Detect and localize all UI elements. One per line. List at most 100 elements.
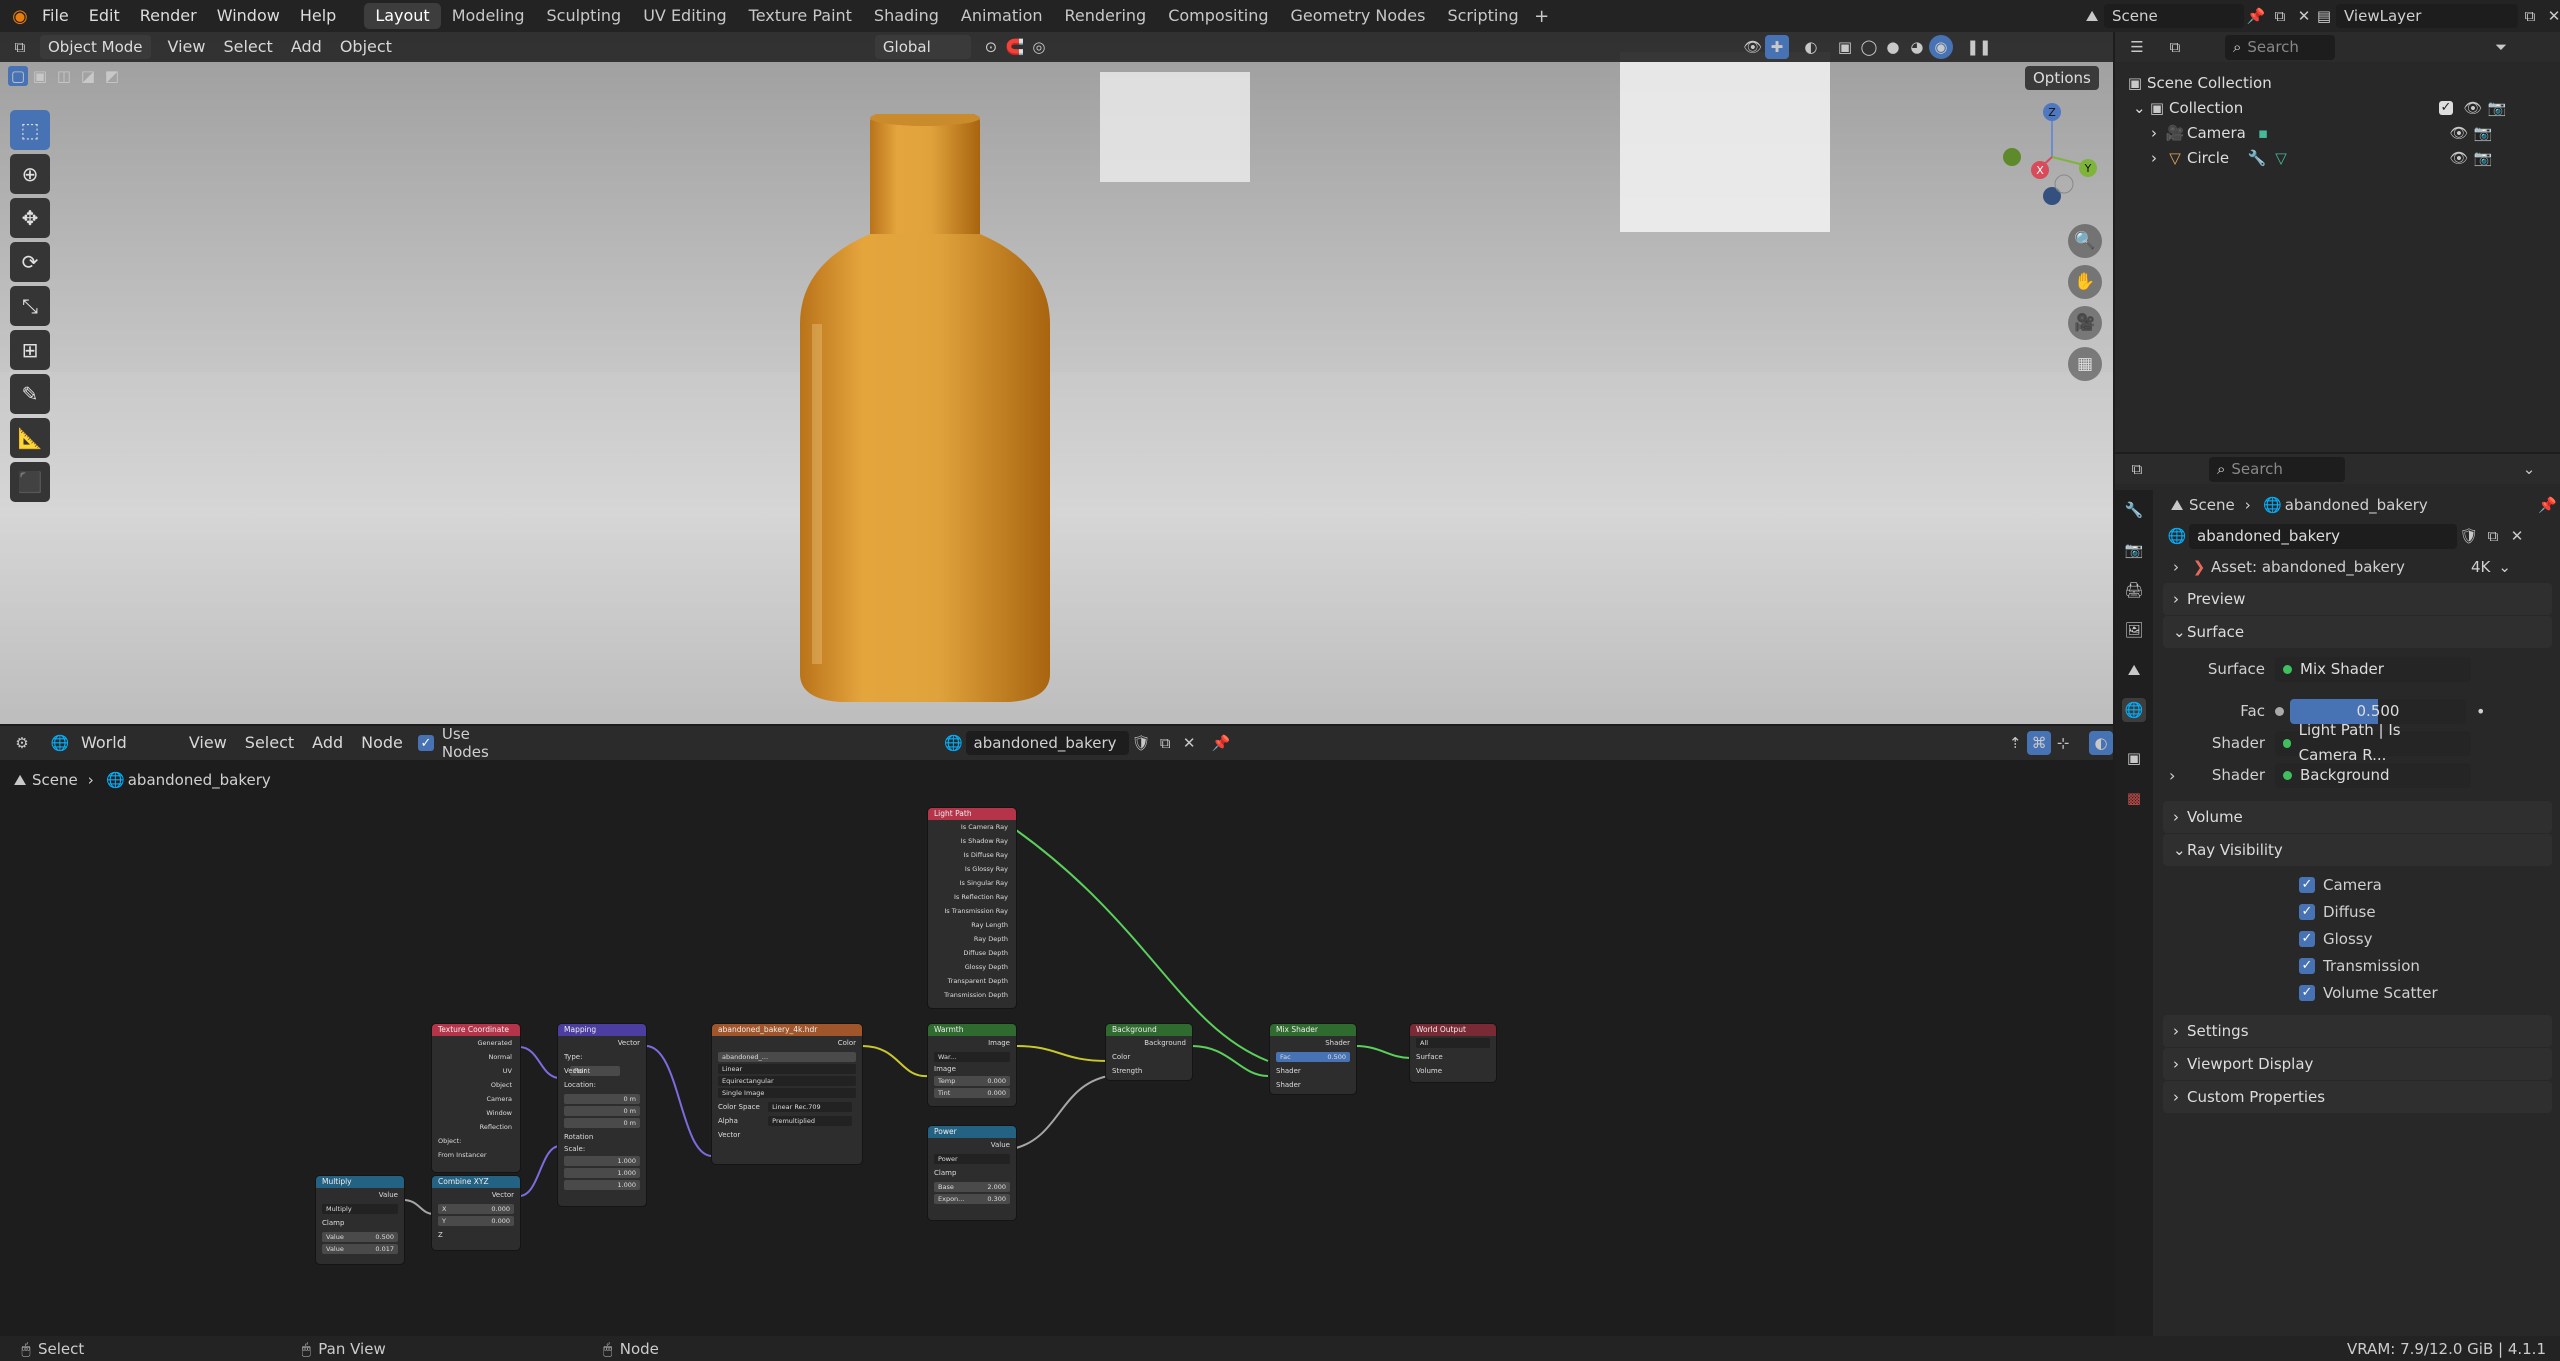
render-camera-icon[interactable]: 📷 <box>2471 146 2495 170</box>
outliner-editor-icon[interactable]: ☰ <box>2125 35 2149 59</box>
mapping-scale-z[interactable]: 1.000 <box>564 1180 640 1190</box>
properties-editor-icon[interactable]: ⧉ <box>2125 457 2149 481</box>
power-base-field[interactable]: Base 2.000 <box>934 1182 1010 1192</box>
surface-shader-field[interactable]: Mix Shader <box>2275 656 2471 682</box>
node-multiply-math[interactable]: Multiply Value Multiply Clamp Value 0.500… <box>316 1176 404 1264</box>
plus-icon[interactable]: + <box>1530 4 1554 28</box>
render-camera-icon[interactable]: 📷 <box>2471 121 2495 145</box>
perspective-grid-icon[interactable]: ▦ <box>2068 347 2102 381</box>
chevron-down-icon[interactable]: ⌄ <box>2517 457 2541 481</box>
tab-shading[interactable]: Shading <box>863 3 950 29</box>
annotate-tool[interactable]: ✎ <box>10 374 50 414</box>
material-shading-icon[interactable]: ◕ <box>1905 35 1929 59</box>
mapping-type-row[interactable]: Type: Point <box>558 1050 646 1076</box>
measure-tool[interactable]: 📐 <box>10 418 50 458</box>
outliner-camera[interactable]: › 🎥 Camera ▪ 👁 📷 <box>2123 120 2560 145</box>
power-clamp-checkbox[interactable]: Clamp <box>928 1166 1016 1180</box>
node-warmth-group[interactable]: Warmth Image War... Image Temp 0.000 Tint… <box>928 1024 1016 1106</box>
viewport-menu-select[interactable]: Select <box>214 35 281 59</box>
tc-from-instancer[interactable]: From Instancer <box>432 1148 520 1162</box>
shader1-field[interactable]: Light Path | Is Camera R... <box>2275 721 2471 764</box>
3d-viewport[interactable]: ⬚ ⊕ ✥ ⟳ ⤡ ⊞ ✎ 📐 ⬛ ⧉ Object Mode View Sel… <box>0 32 2113 724</box>
select-new-icon[interactable]: ▢ <box>8 66 28 86</box>
select-box-tool[interactable]: ⬚ <box>10 110 50 150</box>
fake-user-icon[interactable]: 🛡 <box>2457 524 2481 548</box>
options-dropdown[interactable]: Options <box>2025 66 2099 90</box>
wireframe-shading-icon[interactable]: ◯ <box>1857 35 1881 59</box>
pin-icon[interactable]: 📌 <box>2536 493 2560 517</box>
node-power-math[interactable]: Power Value Power Clamp Base 2.000 Expon.… <box>928 1126 1016 1220</box>
menu-window[interactable]: Window <box>207 0 290 32</box>
node-texture-coordinate[interactable]: Texture Coordinate Generated Normal UV O… <box>432 1024 520 1172</box>
filter-icon[interactable]: ⏷ <box>2489 35 2513 59</box>
mapping-loc-x[interactable]: 0 m <box>564 1094 640 1104</box>
power-exponent-field[interactable]: Expon... 0.300 <box>934 1194 1010 1204</box>
navigation-gizmo[interactable]: Z Y X <box>2000 102 2105 212</box>
node-mix-shader[interactable]: Mix Shader Shader Fac 0.500 Shader Shader <box>1270 1024 1356 1094</box>
camera-view-icon[interactable]: 🎥 <box>2068 306 2102 340</box>
combine-y-field[interactable]: Y 0.000 <box>438 1216 514 1226</box>
solid-shading-icon[interactable]: ● <box>1881 35 1905 59</box>
pin-icon[interactable]: 📌 <box>2244 4 2268 28</box>
select-intersect-icon[interactable]: ◩ <box>100 64 124 88</box>
ray-volume-scatter-checkbox[interactable]: ✓ Volume Scatter <box>2299 979 2560 1006</box>
collection-exclude-checkbox[interactable]: ✓ <box>2439 100 2453 115</box>
rendered-shading-icon[interactable]: ◉ <box>1928 35 1953 59</box>
unlink-icon[interactable]: ✕ <box>2505 524 2529 548</box>
tab-geometry-nodes[interactable]: Geometry Nodes <box>1280 3 1437 29</box>
tab-scripting[interactable]: Scripting <box>1436 3 1529 29</box>
asset-row[interactable]: › ❯ Asset: abandoned_bakery 4K ⌄ <box>2155 552 2560 582</box>
bottle-object[interactable] <box>780 114 1070 714</box>
scene-name[interactable]: Scene <box>2104 4 2244 28</box>
scale-tool[interactable]: ⤡ <box>10 286 50 326</box>
world-output-target-dropdown[interactable]: All <box>1416 1038 1490 1048</box>
tab-modeling[interactable]: Modeling <box>441 3 536 29</box>
zoom-icon[interactable]: 🔍 <box>2068 224 2102 258</box>
rotate-tool[interactable]: ⟳ <box>10 242 50 282</box>
env-colorspace-row[interactable]: Color Space Linear Rec.709 <box>712 1100 862 1114</box>
render-camera-icon[interactable]: 📷 <box>2485 96 2509 120</box>
render-tab-icon[interactable]: 📷 <box>2122 538 2146 562</box>
tab-uv-editing[interactable]: UV Editing <box>632 3 737 29</box>
gizmo-toggle-icon[interactable]: ✚ <box>1764 35 1789 59</box>
mapping-scale-y[interactable]: 1.000 <box>564 1168 640 1178</box>
shader2-field[interactable]: Background <box>2275 762 2471 788</box>
tab-sculpting[interactable]: Sculpting <box>535 3 632 29</box>
tab-texture-paint[interactable]: Texture Paint <box>738 3 863 29</box>
multiply-operation-dropdown[interactable]: Multiply <box>322 1204 398 1214</box>
tool-tab-icon[interactable]: 🔧 <box>2122 498 2146 522</box>
custom-properties-panel[interactable]: › Custom Properties <box>2163 1081 2552 1113</box>
warmth-temp-field[interactable]: Temp 0.000 <box>934 1076 1010 1086</box>
cursor-tool[interactable]: ⊕ <box>10 154 50 194</box>
blender-logo-icon[interactable]: ◉ <box>8 4 32 28</box>
volume-panel[interactable]: › Volume <box>2163 801 2552 833</box>
collection-tab-icon[interactable]: ▣ <box>2122 746 2146 770</box>
outliner[interactable]: ☰ ⧉ ⌕ Search ⏷ ▣ Scene Collection ⌄ ▣ Co… <box>2115 32 2560 452</box>
mesh-data-icon[interactable]: ▽ <box>2269 146 2293 170</box>
ray-visibility-panel[interactable]: ⌄ Ray Visibility <box>2163 834 2552 866</box>
visibility-icon[interactable]: 👁 <box>1741 35 1765 59</box>
chevron-right-icon[interactable]: › <box>2151 149 2163 167</box>
chevron-right-icon[interactable]: › <box>2151 124 2163 142</box>
tab-layout[interactable]: Layout <box>364 3 441 29</box>
env-interp-dropdown[interactable]: Linear <box>718 1064 856 1074</box>
outliner-circle[interactable]: › ▽ Circle 🔧 ▽ 👁 📷 <box>2123 145 2560 170</box>
properties-search[interactable]: ⌕ Search <box>2209 456 2345 482</box>
transform-tool[interactable]: ⊞ <box>10 330 50 370</box>
display-mode-icon[interactable]: ⧉ <box>2163 35 2187 59</box>
select-extend-icon[interactable]: ▣ <box>28 64 52 88</box>
xray-icon[interactable]: ▣ <box>1833 35 1857 59</box>
chevron-down-icon[interactable]: ⌄ <box>2133 99 2146 117</box>
mix-fac-field[interactable]: Fac 0.500 <box>1276 1052 1350 1062</box>
env-extension-dropdown[interactable]: Single Image <box>718 1088 856 1098</box>
preview-panel[interactable]: › Preview <box>2163 583 2552 615</box>
node-light-path[interactable]: Light Path Is Camera Ray Is Shadow Ray I… <box>928 808 1016 1008</box>
menu-file[interactable]: File <box>32 0 79 32</box>
world-browse-icon[interactable]: 🌐 <box>2165 524 2189 548</box>
eye-icon[interactable]: 👁 <box>2461 96 2485 120</box>
pan-hand-icon[interactable]: ✋ <box>2068 265 2102 299</box>
breadcrumb-scene[interactable]: Scene <box>2189 496 2235 514</box>
eye-icon[interactable]: 👁 <box>2447 146 2471 170</box>
select-subtract-icon[interactable]: ◫ <box>52 64 76 88</box>
power-operation-dropdown[interactable]: Power <box>934 1154 1010 1164</box>
